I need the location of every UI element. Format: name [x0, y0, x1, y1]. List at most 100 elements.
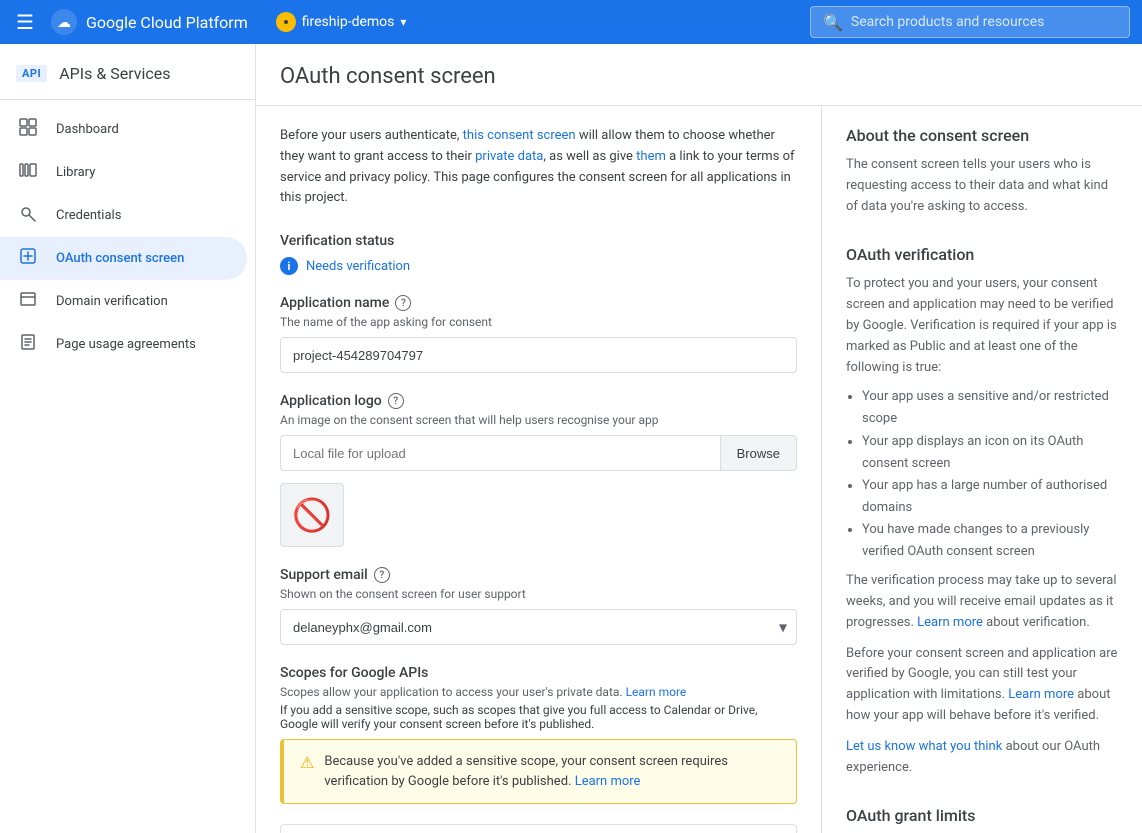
scopes-learn-more-link[interactable]: Learn more	[626, 685, 687, 699]
aside-consent-text: The consent screen tells your users who …	[846, 155, 1118, 217]
scope-item-email[interactable]: email	[281, 825, 796, 833]
sidebar-item-oauth[interactable]: OAuth consent screen	[0, 237, 247, 280]
aside-consent-section: About the consent screen The consent scr…	[846, 126, 1118, 217]
app-logo-field-group: Application logo ? An image on the conse…	[280, 393, 797, 547]
aside-grant-limits-title: OAuth grant limits	[846, 806, 1118, 825]
image-preview: 🚫	[280, 483, 344, 547]
content-area: Before your users authenticate, this con…	[256, 106, 1142, 833]
sidebar-item-label-credentials: Credentials	[56, 208, 121, 223]
domain-icon	[16, 290, 40, 313]
sidebar-item-label-domain: Domain verification	[56, 294, 168, 309]
support-email-select-wrapper: delaneyphx@gmail.com ▾	[280, 609, 797, 645]
info-icon: i	[280, 257, 298, 275]
aside-oauth-para2: Before your consent screen and applicati…	[846, 644, 1118, 727]
app-logo-label: Application logo ?	[280, 393, 797, 409]
app-logo-help-icon[interactable]: ?	[388, 393, 404, 409]
sidebar: API APIs & Services Dashboard Library Cr…	[0, 44, 256, 833]
verification-text: Needs verification	[306, 259, 410, 274]
support-email-select[interactable]: delaneyphx@gmail.com	[280, 609, 797, 645]
app-name-input[interactable]	[280, 337, 797, 373]
no-image-icon: 🚫	[292, 496, 332, 534]
sidebar-item-library[interactable]: Library	[0, 151, 247, 194]
aside-panel: About the consent screen The consent scr…	[822, 106, 1142, 833]
page-usage-icon	[16, 333, 40, 356]
search-bar[interactable]: 🔍 Search products and resources	[810, 6, 1130, 38]
credentials-icon	[16, 204, 40, 227]
verification-status: i Needs verification	[280, 257, 797, 275]
aside-list-item-2: Your app has a large number of authorise…	[862, 475, 1118, 519]
app-logo-hint: An image on the consent screen that will…	[280, 413, 797, 427]
intro-link-consent[interactable]: this consent screen	[463, 128, 576, 143]
file-upload-input[interactable]	[280, 435, 720, 471]
warning-icon: ⚠	[300, 753, 314, 772]
project-icon	[276, 12, 296, 32]
aside-oauth-title: OAuth verification	[846, 245, 1118, 264]
aside-list-item-0: Your app uses a sensitive and/or restric…	[862, 386, 1118, 430]
verification-status-group: Verification status i Needs verification	[280, 233, 797, 275]
sidebar-title: APIs & Services	[59, 64, 170, 83]
warning-box: ⚠ Because you've added a sensitive scope…	[280, 739, 797, 804]
aside-consent-title: About the consent screen	[846, 126, 1118, 145]
warning-learn-more-link[interactable]: Learn more	[575, 774, 641, 789]
api-badge: API	[16, 65, 47, 82]
aside-list-item-1: Your app displays an icon on its OAuth c…	[862, 431, 1118, 475]
support-email-label: Support email ?	[280, 567, 797, 583]
page-header: OAuth consent OAuth consent screenscreen	[256, 44, 1142, 106]
sidebar-header: API APIs & Services	[0, 52, 255, 100]
page-title: OAuth consent OAuth consent screenscreen	[280, 64, 1118, 89]
sidebar-item-domain[interactable]: Domain verification	[0, 280, 247, 323]
aside-oauth-intro: To protect you and your users, your cons…	[846, 274, 1118, 378]
sidebar-item-dashboard[interactable]: Dashboard	[0, 108, 247, 151]
oauth-icon	[16, 247, 40, 270]
project-selector[interactable]: fireship-demos ▾	[276, 12, 407, 32]
scopes-table: email profile openid ⚠ ../auth/youtube	[280, 824, 797, 833]
dashboard-icon	[16, 118, 40, 141]
support-email-field-group: Support email ? Shown on the consent scr…	[280, 567, 797, 645]
app-logo: ☁ Google Cloud Platform	[50, 8, 248, 36]
intro-link-private[interactable]: private data	[475, 149, 543, 164]
main-form: Before your users authenticate, this con…	[256, 106, 822, 833]
search-placeholder: Search products and resources	[851, 14, 1044, 30]
svg-text:☁: ☁	[57, 15, 71, 31]
aside-oauth-list: Your app uses a sensitive and/or restric…	[862, 386, 1118, 563]
app-header: ☰ ☁ Google Cloud Platform fireship-demos…	[0, 0, 1142, 44]
intro-text: Before your users authenticate, this con…	[280, 126, 797, 209]
sidebar-item-label-dashboard: Dashboard	[56, 122, 119, 137]
aside-learn-more-1-link[interactable]: Learn more	[917, 615, 983, 630]
aside-oauth-para1: The verification process may take up to …	[846, 571, 1118, 633]
sidebar-item-label-oauth: OAuth consent screen	[56, 251, 184, 266]
aside-let-us-know-link[interactable]: Let us know what you think	[846, 739, 1002, 754]
intro-link-them[interactable]: them	[636, 149, 666, 164]
scopes-label: Scopes for Google APIs	[280, 665, 797, 681]
verification-label: Verification status	[280, 233, 797, 249]
aside-oauth-section: OAuth verification To protect you and yo…	[846, 245, 1118, 778]
aside-oauth-para3: Let us know what you think about our OAu…	[846, 737, 1118, 779]
hamburger-menu-icon[interactable]: ☰	[12, 6, 38, 38]
app-name-hint: The name of the app asking for consent	[280, 315, 797, 329]
library-icon	[16, 161, 40, 184]
search-icon: 🔍	[823, 13, 843, 32]
aside-list-item-3: You have made changes to a previously ve…	[862, 519, 1118, 563]
sidebar-item-page-usage[interactable]: Page usage agreements	[0, 323, 247, 366]
sidebar-item-label-library: Library	[56, 165, 95, 180]
app-layout: API APIs & Services Dashboard Library Cr…	[0, 44, 1142, 833]
scopes-warning-text: If you add a sensitive scope, such as sc…	[280, 703, 797, 731]
sidebar-item-credentials[interactable]: Credentials	[0, 194, 247, 237]
main-content: OAuth consent OAuth consent screenscreen…	[256, 44, 1142, 833]
project-name: fireship-demos	[302, 14, 395, 30]
scopes-section: Scopes for Google APIs Scopes allow your…	[280, 665, 797, 833]
cloud-icon: ☁	[50, 8, 78, 36]
support-email-help-icon[interactable]: ?	[374, 567, 390, 583]
warning-message: Because you've added a sensitive scope, …	[324, 752, 780, 791]
browse-button[interactable]: Browse	[720, 435, 797, 471]
sidebar-item-label-page-usage: Page usage agreements	[56, 337, 196, 352]
aside-grant-limits-section: OAuth grant limits Total user cap before…	[846, 806, 1118, 833]
file-upload-row: Browse	[280, 435, 797, 471]
support-email-hint: Shown on the consent screen for user sup…	[280, 587, 797, 601]
app-name-help-icon[interactable]: ?	[395, 295, 411, 311]
aside-learn-more-2-link[interactable]: Learn more	[1008, 687, 1074, 702]
dropdown-icon: ▾	[400, 15, 406, 29]
scopes-desc: Scopes allow your application to access …	[280, 685, 797, 699]
app-name-label: Application name ?	[280, 295, 797, 311]
app-name-field-group: Application name ? The name of the app a…	[280, 295, 797, 373]
